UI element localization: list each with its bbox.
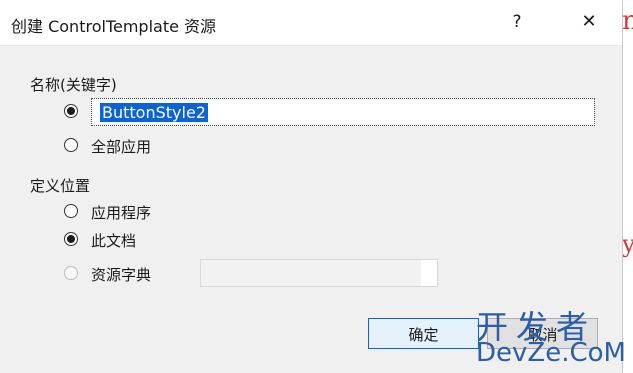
name-section-label: 名称(关键字) bbox=[30, 76, 117, 94]
resource-dictionary-combobox bbox=[200, 259, 438, 287]
resource-dictionary-label: 资源字典 bbox=[91, 266, 152, 284]
close-button[interactable]: ✕ bbox=[576, 9, 602, 35]
background-text-fragment: y bbox=[622, 230, 633, 258]
combobox-end-segment bbox=[421, 260, 437, 286]
name-key-radio[interactable] bbox=[64, 104, 78, 118]
ok-button[interactable]: 确定 bbox=[368, 318, 479, 349]
application-radio[interactable] bbox=[64, 204, 78, 218]
apply-all-label: 全部应用 bbox=[91, 138, 152, 156]
application-label: 应用程序 bbox=[91, 204, 152, 222]
apply-all-radio[interactable] bbox=[64, 138, 78, 152]
dialog-title: 创建 ControlTemplate 资源 bbox=[11, 17, 217, 36]
help-button[interactable]: ? bbox=[504, 9, 530, 35]
resource-name-input[interactable]: ButtonStyle2 bbox=[91, 98, 595, 126]
resource-dictionary-radio bbox=[64, 266, 78, 280]
watermark-bottom-text: DevZe.CoM bbox=[476, 338, 626, 368]
watermark: 开发者 DevZe.CoM bbox=[476, 302, 626, 370]
this-document-radio[interactable] bbox=[64, 232, 78, 246]
location-section-label: 定义位置 bbox=[30, 177, 91, 195]
background-text-fragment: n bbox=[622, 6, 633, 36]
this-document-label: 此文档 bbox=[91, 232, 137, 250]
title-bar: 创建 ControlTemplate 资源 ? ✕ bbox=[0, 0, 622, 46]
resource-name-value: ButtonStyle2 bbox=[100, 103, 208, 122]
